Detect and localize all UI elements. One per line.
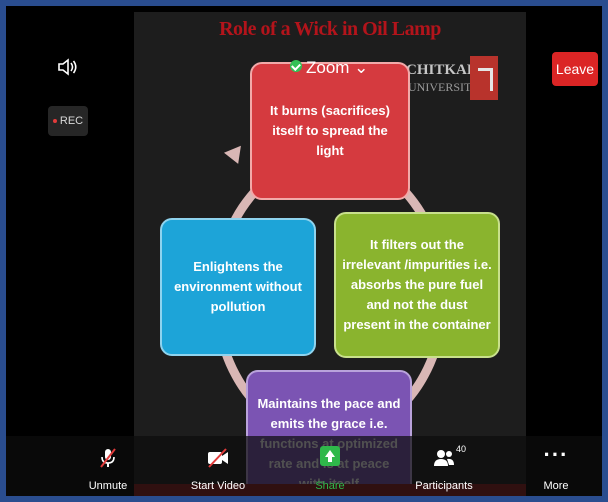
- start-video-label: Start Video: [190, 480, 246, 492]
- meeting-toolbar: Unmute Start Video Share 40 Participants: [6, 436, 602, 496]
- zoom-label: Zoom ⌄: [306, 58, 369, 77]
- university-logo: CHITKARA UNIVERSITY: [406, 56, 498, 100]
- zoom-menu[interactable]: Zoom ⌄: [290, 58, 368, 78]
- box-burns-itself: It burns (sacrifices) itself to spread t…: [250, 62, 410, 200]
- participants-count: 40: [456, 444, 467, 454]
- box-filters-impurities: It filters out the irrelevant /impuritie…: [334, 212, 500, 358]
- recording-badge: REC: [48, 106, 88, 136]
- share-button[interactable]: Share: [290, 436, 370, 496]
- participants-icon: [434, 450, 454, 466]
- leave-button[interactable]: Leave: [552, 52, 598, 86]
- participants-label: Participants: [415, 480, 473, 492]
- meeting-window: Role of a Wick in Oil Lamp CHITKARA UNIV…: [6, 6, 602, 496]
- more-label: More: [543, 480, 569, 492]
- muted-mic-icon: [100, 448, 116, 468]
- box-enlightens: Enlightens the environment without pollu…: [160, 218, 316, 356]
- more-button[interactable]: ··· More: [516, 436, 596, 496]
- video-off-icon: [208, 448, 228, 468]
- share-label: Share: [315, 480, 345, 492]
- start-video-button[interactable]: Start Video: [178, 436, 258, 496]
- shared-slide: Role of a Wick in Oil Lamp CHITKARA UNIV…: [134, 12, 526, 496]
- secure-shield-icon: [290, 60, 302, 72]
- rec-label: REC: [59, 115, 84, 127]
- speaker-icon[interactable]: [56, 56, 78, 78]
- logo-mark-icon: [470, 56, 498, 100]
- more-dots-icon: ···: [543, 442, 569, 467]
- share-icon: [320, 446, 340, 466]
- unmute-label: Unmute: [88, 480, 128, 492]
- rec-dot-icon: [52, 119, 57, 123]
- cycle-arrow-icon: [223, 140, 249, 164]
- slide-title: Role of a Wick in Oil Lamp: [219, 18, 441, 40]
- unmute-button[interactable]: Unmute: [68, 436, 148, 496]
- participants-button[interactable]: 40 Participants: [404, 436, 484, 496]
